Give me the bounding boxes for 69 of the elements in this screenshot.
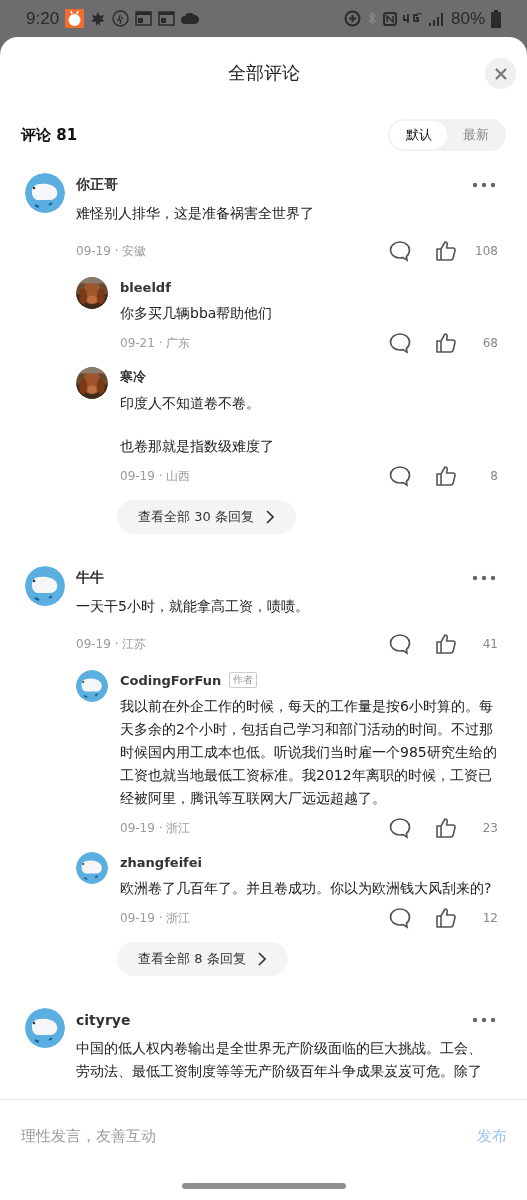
thumbs-up-icon[interactable]	[434, 331, 458, 355]
thumbs-up-icon[interactable]	[434, 239, 458, 263]
like-count: 12	[481, 911, 498, 925]
comment-meta: 09-19 · 浙江	[120, 819, 192, 837]
thumbs-up-icon[interactable]	[434, 816, 458, 840]
comment-meta: 09-19 · 江苏	[76, 635, 148, 653]
more-icon[interactable]	[472, 575, 496, 581]
chevron-right-icon	[257, 952, 266, 966]
author-name[interactable]: zhangfeifei	[120, 854, 202, 870]
author-name[interactable]: cityrye	[76, 1012, 131, 1028]
comment-text: 你多买几辆bba帮助他们	[120, 304, 274, 323]
author-name[interactable]: CodingForFun	[120, 672, 222, 688]
author-name[interactable]: bleeldf	[120, 279, 171, 295]
comment-icon[interactable]	[388, 633, 412, 655]
author-name[interactable]: 你正哥	[76, 176, 118, 194]
nfc-icon	[382, 11, 397, 26]
comment-icon[interactable]	[388, 465, 412, 487]
comment-meta: 09-19 · 浙江	[120, 909, 192, 927]
comment-text: 印度人不知道卷不卷。	[120, 394, 261, 413]
avatar-icon	[76, 852, 108, 884]
thumbs-up-icon[interactable]	[434, 632, 458, 656]
avatar-icon	[25, 566, 65, 606]
signal-icon	[428, 11, 445, 26]
comment-text: 欧洲卷了几百年了。并且卷成功。你以为欧洲钱大风刮来的?	[120, 879, 493, 898]
comment-icon[interactable]	[388, 907, 412, 929]
cloud-icon	[181, 13, 200, 24]
more-icon[interactable]	[472, 1017, 496, 1023]
close-icon	[494, 67, 507, 80]
like-count: 68	[481, 336, 498, 350]
avatar-icon	[25, 1008, 65, 1048]
like-count: 23	[481, 821, 498, 835]
like-count: 41	[481, 637, 498, 651]
battery-percent: 80%	[450, 8, 485, 29]
comment-icon[interactable]	[388, 240, 412, 262]
data-saver-icon	[343, 10, 361, 27]
comment-count: 评论 81	[21, 125, 78, 145]
status-time: 9:20	[26, 8, 60, 29]
comment-meta: 09-19 · 安徽	[76, 242, 148, 260]
comment-meta: 09-21 · 广东	[120, 334, 192, 352]
view-all-replies-button[interactable]: 查看全部 30 条回复	[117, 500, 296, 534]
close-button[interactable]	[485, 58, 516, 89]
more-icon[interactable]	[472, 182, 496, 188]
comment-icon[interactable]	[388, 817, 412, 839]
calendar-icon	[135, 11, 153, 26]
walking-icon	[112, 10, 130, 27]
comment-text: 难怪别人排华，这是准备祸害全世界了	[76, 204, 315, 223]
comment-icon[interactable]	[388, 332, 412, 354]
comment-meta: 09-19 · 山西	[120, 467, 192, 485]
comment-text: 也卷那就是指数级难度了	[120, 437, 275, 456]
like-count: 8	[489, 469, 498, 483]
battery-icon	[491, 9, 501, 28]
bluetooth-icon	[366, 11, 377, 26]
avatar-icon	[76, 670, 108, 702]
view-all-replies-button[interactable]: 查看全部 8 条回复	[117, 942, 288, 976]
sheet-title: 全部评论	[227, 61, 300, 85]
comment-text: 中国的低人权内卷输出是全世界无产阶级面临的巨大挑战。工会、劳动法、最低工资制度等等无产阶级百年斗争成果岌岌可危。除了	[76, 1039, 483, 1081]
comment-text: 我以前在外企工作的时候，每天的工作量是按6小时算的。每天多余的2个小时，包括自己学习和部门活动的时间。不过那时候国内用工成本也低。听说我们当时雇一个985研究生给的工资也就当地最低工资标准。我2012年离职的时候，工资已经被阿里，腾讯等互联网大厂远远超越了。	[120, 697, 498, 808]
thumbs-up-icon[interactable]	[434, 906, 458, 930]
app-icon	[65, 9, 85, 28]
author-name[interactable]: 牛牛	[76, 569, 104, 587]
calendar-icon	[158, 11, 176, 26]
like-count: 108	[474, 244, 498, 258]
author-badge: 作者	[229, 672, 258, 688]
chevron-right-icon	[265, 510, 274, 524]
sort-tab[interactable]: 默认	[390, 121, 447, 149]
author-name[interactable]: 寒冷	[120, 368, 146, 386]
avatar-icon	[25, 173, 65, 213]
thumbs-up-icon[interactable]	[434, 464, 458, 488]
comment-text: 一天干5小时，就能拿高工资，啧啧。	[76, 597, 310, 616]
